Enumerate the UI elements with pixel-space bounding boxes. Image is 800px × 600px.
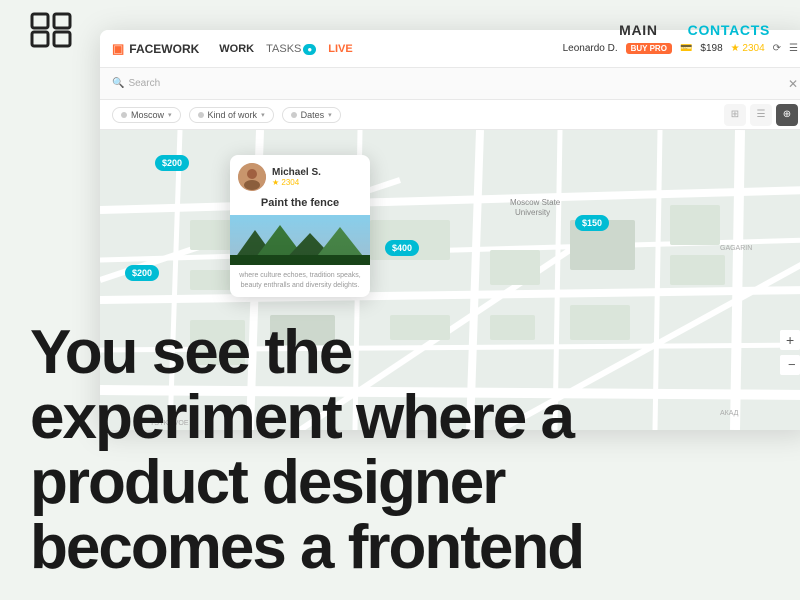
profile-card-avatar (238, 163, 266, 191)
filter-dot-2 (198, 112, 204, 118)
hero-text: You see the experiment where a product d… (0, 320, 800, 600)
hero-title-line3: product designer (30, 450, 770, 515)
price-bubble-2[interactable]: $200 (125, 265, 159, 281)
profile-card-header: Michael S. ★ 2304 (230, 155, 370, 195)
filter-dates[interactable]: Dates ▾ (282, 107, 341, 123)
chevron-down-icon-2: ▾ (261, 111, 265, 119)
filter-moscow-label: Moscow (131, 110, 164, 120)
nav-main-link[interactable]: MAIN (619, 22, 658, 38)
map-view-button[interactable]: ⊕ (776, 104, 798, 126)
app-close-button[interactable]: ✕ (788, 77, 798, 91)
svg-text:GAGARIN: GAGARIN (720, 245, 752, 252)
filter-dot (121, 112, 127, 118)
profile-card-desc: where culture echoes, tradition speaks, … (230, 265, 370, 297)
search-icon: 🔍 (112, 78, 124, 89)
app-searchbar: 🔍 Search ✕ (100, 68, 800, 100)
price-bubble-1[interactable]: $200 (155, 155, 189, 171)
price-bubble-3[interactable]: $400 (385, 240, 419, 256)
app-filterbar: Moscow ▾ Kind of work ▾ Dates ▾ ⊞ ☰ ⊕ (100, 100, 800, 130)
filter-actions: ⊞ ☰ ⊕ (724, 104, 798, 126)
hero-title-line4: becomes a frontend (30, 515, 770, 580)
hero-title-line2: experiment where a (30, 385, 770, 450)
profile-card-title: Paint the fence (230, 195, 370, 215)
filter-moscow[interactable]: Moscow ▾ (112, 107, 181, 123)
grid-view-button[interactable]: ⊞ (724, 104, 746, 126)
card-image-overlay (230, 215, 370, 265)
chevron-down-icon: ▾ (168, 111, 172, 119)
profile-card[interactable]: Michael S. ★ 2304 Paint the fence (230, 155, 370, 297)
chevron-down-icon-3: ▾ (328, 111, 332, 119)
app-search-area[interactable]: 🔍 Search (112, 78, 780, 89)
profile-card-image (230, 215, 370, 265)
filter-dates-label: Dates (301, 110, 325, 120)
app-search-placeholder: Search (128, 78, 160, 89)
filter-dot-3 (291, 112, 297, 118)
logo-icon (30, 12, 72, 48)
nav-links: MAIN CONTACTS (619, 22, 770, 38)
profile-card-info: Michael S. ★ 2304 (272, 167, 321, 187)
hero-title-line1: You see the (30, 320, 770, 385)
nav-contacts-link[interactable]: CONTACTS (688, 22, 770, 38)
price-bubble-4[interactable]: $150 (575, 215, 609, 231)
list-view-button[interactable]: ☰ (750, 104, 772, 126)
main-nav: MAIN CONTACTS (0, 0, 800, 60)
svg-text:University: University (515, 208, 550, 217)
logo[interactable] (30, 12, 72, 48)
profile-card-name: Michael S. (272, 167, 321, 178)
filter-kind[interactable]: Kind of work ▾ (189, 107, 274, 123)
svg-text:Moscow State: Moscow State (510, 198, 561, 207)
filter-kind-label: Kind of work (208, 110, 258, 120)
profile-card-rating: ★ 2304 (272, 178, 321, 187)
hero-title: You see the experiment where a product d… (30, 320, 770, 580)
